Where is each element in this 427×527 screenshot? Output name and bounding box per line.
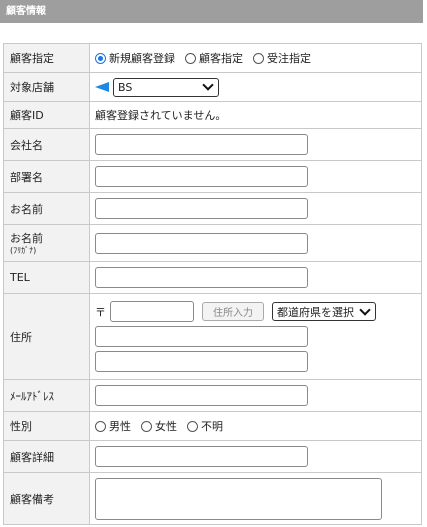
customer-spec-radio-group: 新規顧客登録 顧客指定 受注指定 <box>95 50 421 66</box>
label-detail: 顧客詳細 <box>3 440 90 473</box>
company-input[interactable] <box>95 134 308 155</box>
radio-order-spec[interactable]: 受注指定 <box>253 50 311 66</box>
label-store: 対象店舗 <box>3 72 90 102</box>
label-gender: 性別 <box>3 411 90 441</box>
department-input[interactable] <box>95 166 308 187</box>
row-email: ﾒｰﾙｱﾄﾞﾚｽ <box>3 379 422 412</box>
radio-circle[interactable] <box>95 420 106 432</box>
gender-radio-group: 男性 女性 不明 <box>95 418 421 434</box>
address-line1-input[interactable] <box>95 326 308 347</box>
row-name: お名前 <box>3 192 422 225</box>
radio-circle[interactable] <box>141 420 152 432</box>
row-remarks: 顧客備考 <box>3 472 422 525</box>
label-department: 部署名 <box>3 160 90 193</box>
row-name-kana: お名前 (ﾌﾘｶﾞﾅ) <box>3 224 422 262</box>
label-kana-sub: (ﾌﾘｶﾞﾅ) <box>10 246 37 255</box>
postal-mark: 〒 <box>95 305 106 319</box>
label-name: お名前 <box>3 192 90 225</box>
email-input[interactable] <box>95 385 308 406</box>
row-department: 部署名 <box>3 160 422 193</box>
name-kana-input[interactable] <box>95 232 308 254</box>
radio-new-customer[interactable]: 新規顧客登録 <box>95 50 175 66</box>
radio-circle[interactable] <box>187 420 198 432</box>
detail-input[interactable] <box>95 446 308 467</box>
row-customer-spec: 顧客指定 新規顧客登録 顧客指定 受注指定 <box>3 43 422 73</box>
row-address: 住所 〒 住所入力 都道府県を選択 <box>3 293 422 380</box>
row-company: 会社名 <box>3 128 422 161</box>
label-remarks: 顧客備考 <box>3 472 90 525</box>
radio-male[interactable]: 男性 <box>95 418 131 434</box>
chevron-down-icon <box>202 79 214 91</box>
row-detail: 顧客詳細 <box>3 440 422 473</box>
label-email: ﾒｰﾙｱﾄﾞﾚｽ <box>3 379 90 412</box>
row-store: 対象店舗 BS <box>3 72 422 102</box>
radio-existing-customer[interactable]: 顧客指定 <box>185 50 243 66</box>
radio-female[interactable]: 女性 <box>141 418 177 434</box>
label-customer-id: 顧客ID <box>3 101 90 129</box>
label-customer-spec: 顧客指定 <box>3 43 90 73</box>
radio-circle-checked[interactable] <box>95 52 106 64</box>
row-gender: 性別 男性 女性 不明 <box>3 411 422 441</box>
chevron-down-icon <box>359 303 371 316</box>
prefecture-select[interactable]: 都道府県を選択 <box>272 302 376 321</box>
customer-form: 顧客指定 新規顧客登録 顧客指定 受注指定 対象店舗 BS 顧客ID 顧客登録さ… <box>3 43 422 525</box>
postal-code-input[interactable] <box>110 301 194 322</box>
remarks-textarea[interactable] <box>95 477 382 520</box>
name-input[interactable] <box>95 198 308 219</box>
address-lookup-button[interactable]: 住所入力 <box>202 302 264 321</box>
address-line2-input[interactable] <box>95 351 308 372</box>
label-company: 会社名 <box>3 128 90 161</box>
label-tel: TEL <box>3 261 90 294</box>
store-select[interactable]: BS <box>113 77 219 97</box>
customer-id-value: 顧客登録されていません。 <box>89 101 422 129</box>
flag-icon <box>95 82 109 92</box>
radio-circle[interactable] <box>185 52 196 64</box>
radio-unknown[interactable]: 不明 <box>187 418 223 434</box>
radio-circle[interactable] <box>253 52 264 64</box>
label-name-kana: お名前 (ﾌﾘｶﾞﾅ) <box>3 224 90 262</box>
tel-input[interactable] <box>95 267 308 288</box>
row-customer-id: 顧客ID 顧客登録されていません。 <box>3 101 422 129</box>
row-tel: TEL <box>3 261 422 294</box>
label-address: 住所 <box>3 293 90 380</box>
section-title: 顧客情報 <box>0 0 423 23</box>
